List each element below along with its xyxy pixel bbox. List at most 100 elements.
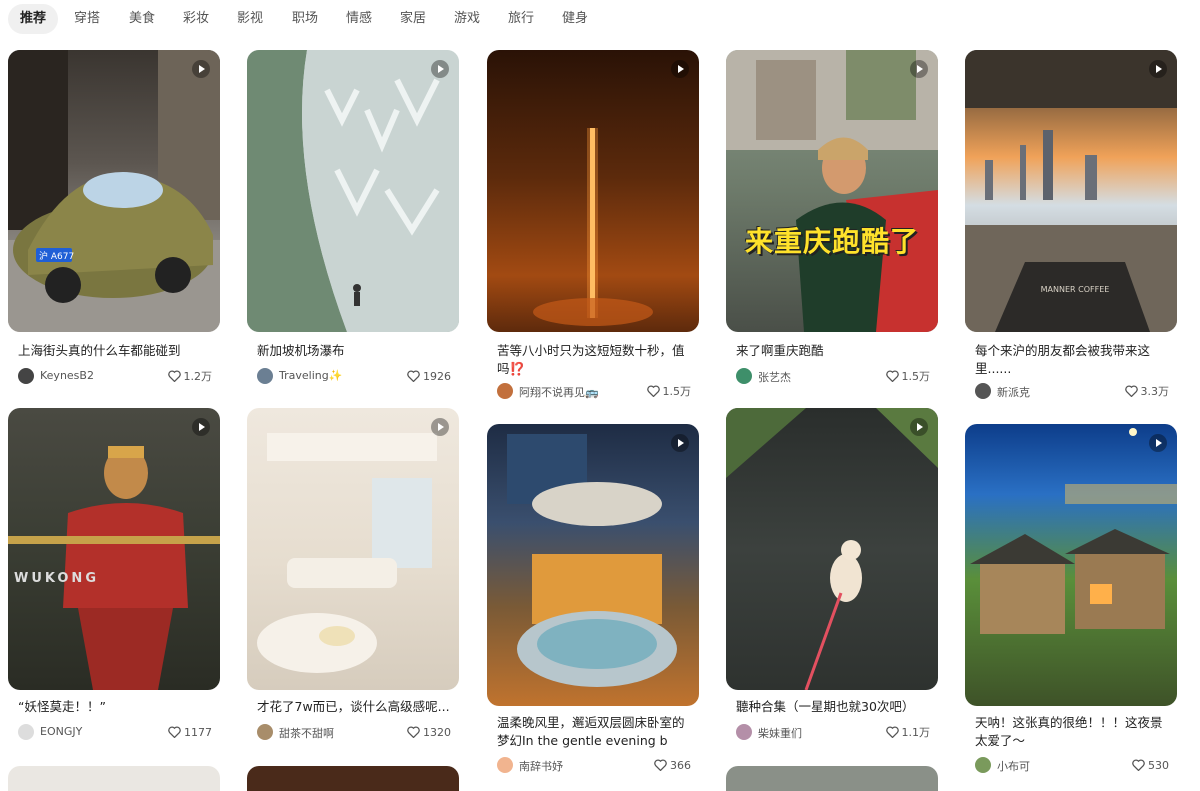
note-cover-image[interactable]: 沪 A677 <box>8 50 220 332</box>
like-button[interactable]: 1.2万 <box>167 368 212 384</box>
note-meta: KeynesB2 1.2万 <box>18 368 212 384</box>
author-name[interactable]: 甜茶不甜啊 <box>279 725 334 741</box>
note-card[interactable]: 才花了7w而已，谈什么高级感呢... 甜茶不甜啊 1320 <box>247 408 459 740</box>
heart-icon <box>1132 759 1145 771</box>
like-count: 1177 <box>184 725 212 739</box>
author-name[interactable]: 小布可 <box>997 758 1030 774</box>
like-button[interactable]: 1.1万 <box>885 724 931 740</box>
like-count: 1320 <box>423 725 451 739</box>
tab-games[interactable]: 游戏 <box>442 4 492 34</box>
heart-icon <box>407 726 420 738</box>
note-card[interactable]: 沪 A677 上海街头真的什么车都能碰到 KeynesB2 1.2万 <box>8 50 220 390</box>
avatar[interactable] <box>18 724 34 740</box>
tab-film[interactable]: 影视 <box>225 4 275 34</box>
tab-recommend[interactable]: 推荐 <box>8 4 59 34</box>
note-meta: 柴妹重们 1.1万 <box>736 724 930 740</box>
note-cover-image[interactable] <box>965 424 1177 706</box>
like-button[interactable]: 1926 <box>407 368 451 384</box>
like-button[interactable]: 1320 <box>407 724 451 740</box>
author-name[interactable]: 南辞书妤 <box>519 758 563 774</box>
heart-icon <box>407 370 420 382</box>
like-button[interactable]: 530 <box>1132 757 1169 773</box>
video-play-icon <box>910 60 928 78</box>
heart-icon <box>646 385 660 397</box>
avatar[interactable] <box>736 724 752 740</box>
tab-emotion[interactable]: 情感 <box>334 4 384 34</box>
avatar[interactable] <box>975 383 991 399</box>
note-cover-image[interactable] <box>487 50 699 332</box>
avatar[interactable] <box>18 368 34 384</box>
heart-icon <box>885 726 899 738</box>
note-title[interactable]: “妖怪莫走！！” <box>18 698 213 716</box>
note-title[interactable]: 聽种合集（一星期也就30次吧） <box>736 698 931 716</box>
rocket-launch-illustration <box>533 128 653 326</box>
author-name[interactable]: Traveling✨ <box>279 369 342 382</box>
author-name[interactable]: 柴妹重们 <box>758 725 802 741</box>
note-cover-image[interactable] <box>247 50 459 332</box>
like-count: 1.5万 <box>901 370 931 383</box>
like-count: 3.3万 <box>1140 385 1170 398</box>
avatar[interactable] <box>257 368 273 384</box>
note-card[interactable]: MANNER COFFEE 每个来沪的朋友都会被我带来这里...... 新派克 … <box>965 50 1177 402</box>
avatar[interactable] <box>736 368 752 384</box>
note-meta: 新派克 3.3万 <box>975 383 1169 399</box>
note-title[interactable]: 新加坡机场瀑布 <box>257 342 452 360</box>
like-button[interactable]: 3.3万 <box>1124 383 1170 399</box>
note-cover-image[interactable] <box>487 424 699 706</box>
tab-fitness[interactable]: 健身 <box>550 4 600 34</box>
note-title[interactable]: 上海街头真的什么车都能碰到 <box>18 342 213 360</box>
tab-makeup[interactable]: 彩妆 <box>171 4 221 34</box>
note-card[interactable]: 新加坡机场瀑布 Traveling✨ 1926 <box>247 50 459 390</box>
note-card[interactable]: 苦等八小时只为这短短数十秒，值吗⁉️ 阿翔不说再见🚌 1.5万 <box>487 50 699 400</box>
video-play-icon <box>431 418 449 436</box>
tab-travel[interactable]: 旅行 <box>496 4 546 34</box>
like-button[interactable]: 1.5万 <box>885 368 931 384</box>
author-name[interactable]: KeynesB2 <box>40 369 94 382</box>
note-title[interactable]: 每个来沪的朋友都会被我带来这里...... <box>975 342 1170 378</box>
avatar[interactable] <box>257 724 273 740</box>
note-card[interactable]: 聽种合集（一星期也就30次吧） 柴妹重们 1.1万 <box>726 408 938 740</box>
note-meta: 阿翔不说再见🚌 1.5万 <box>497 383 691 399</box>
note-cover-image[interactable] <box>8 766 220 791</box>
like-button[interactable]: 1.5万 <box>646 383 691 399</box>
note-title[interactable]: 天呐！这张真的很绝！！！这夜景太爱了～ <box>975 714 1170 750</box>
avatar[interactable] <box>975 757 991 773</box>
tab-food[interactable]: 美食 <box>117 4 167 34</box>
note-cover-image[interactable] <box>726 766 938 791</box>
note-cover-image[interactable]: WUKONG <box>8 408 220 690</box>
cover-overlay-text: 来重庆跑酷了 <box>744 225 919 258</box>
like-count: 1.1万 <box>901 726 931 739</box>
note-title[interactable]: 来了啊重庆跑酷 <box>736 342 931 360</box>
note-meta: 小布可 530 <box>975 757 1169 773</box>
like-button[interactable]: 366 <box>654 757 691 773</box>
note-cover-image[interactable] <box>247 408 459 690</box>
heart-icon <box>1124 385 1138 397</box>
note-cover-image[interactable]: 来重庆跑酷了 <box>726 50 938 332</box>
avatar[interactable] <box>497 383 513 399</box>
video-play-icon <box>192 60 210 78</box>
tab-home[interactable]: 家居 <box>388 4 438 34</box>
note-cover-image[interactable]: MANNER COFFEE <box>965 50 1177 332</box>
note-title[interactable]: 才花了7w而已，谈什么高级感呢... <box>257 698 452 716</box>
note-card[interactable]: 天呐！这张真的很绝！！！这夜景太爱了～ 小布可 530 <box>965 424 1177 774</box>
author-name[interactable]: 新派克 <box>997 384 1030 400</box>
village-night-illustration <box>970 428 1177 634</box>
tab-career[interactable]: 职场 <box>280 4 330 34</box>
author-name[interactable]: EONGJY <box>40 725 82 738</box>
note-card[interactable]: 来重庆跑酷了 来了啊重庆跑酷 张艺杰 1.5万 <box>726 50 938 390</box>
note-card[interactable]: WUKONG “妖怪莫走！！” EONGJY 1177 <box>8 408 220 740</box>
video-play-icon <box>1149 60 1167 78</box>
author-name[interactable]: 张艺杰 <box>758 369 791 385</box>
author-name[interactable]: 阿翔不说再见🚌 <box>519 384 599 400</box>
note-card[interactable]: 温柔晚风里，邂逅双层圆床卧室的梦幻In the gentle evening b… <box>487 424 699 774</box>
like-button[interactable]: 1177 <box>168 724 212 740</box>
note-title[interactable]: 温柔晚风里，邂逅双层圆床卧室的梦幻In the gentle evening b <box>497 714 692 750</box>
avatar[interactable] <box>497 757 513 773</box>
like-count: 1926 <box>423 369 451 383</box>
heart-icon <box>167 370 181 382</box>
note-cover-image[interactable] <box>726 408 938 690</box>
note-title[interactable]: 苦等八小时只为这短短数十秒，值吗⁉️ <box>497 342 692 378</box>
heart-icon <box>168 726 181 738</box>
note-cover-image[interactable] <box>247 766 459 791</box>
tab-outfit[interactable]: 穿搭 <box>62 4 112 34</box>
